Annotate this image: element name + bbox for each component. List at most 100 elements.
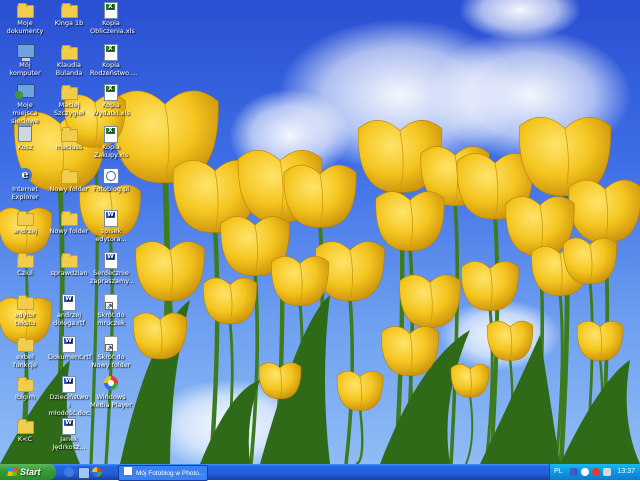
fotoblog-icon [103,168,119,184]
desktop-icon[interactable]: Mój komputer [4,44,46,77]
desktop-icon[interactable]: Windows Media Player [90,376,132,409]
word-file-icon: W [61,418,77,435]
desktop-icon[interactable]: W Serdecznie zapraszamy... [90,252,134,285]
word-file-icon: W [103,210,119,227]
start-label: Start [20,467,41,477]
network-places-icon [15,84,35,99]
desktop-icon[interactable]: andrzej [4,210,46,235]
desktop-icon-label: Windows Media Player [90,393,132,409]
folder-icon [17,252,34,268]
folder-icon [17,2,34,18]
folder-icon [61,252,78,268]
desktop-icon[interactable]: Moje dokumenty [4,2,46,35]
desktop-icon[interactable]: K<C [4,418,46,443]
desktop-icon[interactable]: W Dokument.rtf [48,336,92,361]
desktop-icon[interactable]: Maciej Szczygieł [48,84,90,117]
desktop-icon-label: andrzej dołęga.rtf [53,311,85,327]
desktop-icon[interactable]: exbel funkcje [4,336,46,369]
desktop-icon-label: edytor tekstu [14,311,36,327]
tray-volume-icon[interactable] [603,468,611,476]
desktop-icon[interactable]: Moje miejsca sieciowe [4,84,46,125]
tray-arrow-icon[interactable] [570,468,578,476]
photo-app-icon [123,466,133,476]
desktop-icon[interactable]: Wandrzej dołęga.rtf [48,294,90,327]
system-tray: PL 13:37 [549,464,640,480]
desktop-icon-label: spisek edytora... [95,227,127,243]
desktop-icon-label: Kopia Zakupy.xls [93,143,129,159]
folder-icon [61,84,78,100]
desktop-icon-label: Mój komputer [9,61,41,77]
desktop-icon[interactable]: Ibigim [4,376,46,401]
desktop-icon[interactable]: Nowy folder [48,210,90,235]
language-indicator[interactable]: PL [554,464,563,480]
folder-icon [61,126,78,142]
desktop-icon[interactable]: X Kopia Wydatki.xls [90,84,132,117]
word-file-icon: W [61,376,77,393]
excel-file-icon: X [103,126,119,143]
desktop-icon-label: sprawdzian [50,269,88,277]
quicklaunch-media-player-icon[interactable] [92,467,102,477]
desktop-icon[interactable]: Klaudia Bulanda [48,44,90,77]
quicklaunch-ie-icon[interactable] [64,467,74,477]
desktop-icon-label: Nowy folder [49,185,89,193]
folder-icon [17,210,34,226]
desktop-icon[interactable]: maciuss [48,126,90,151]
excel-file-icon: X [103,44,119,61]
desktop[interactable]: Moje dokumenty Kinga 1b X Kopia Obliczenia.… [0,0,640,464]
desktop-icon[interactable]: Wspisek edytora... [90,210,132,243]
desktop-icon-label: Moje dokumenty [6,19,44,35]
desktop-icon-label: Skrót do Nowy folder [91,353,131,369]
desktop-icon-label: Kosz [17,143,33,151]
desktop-icon-label: Dokument.rtf [48,353,92,361]
excel-file-icon: X [103,2,119,19]
desktop-icon[interactable]: Nowy folder [48,168,90,193]
desktop-icon-label: Kinga 1b [54,19,84,27]
desktop-icon[interactable]: Kinga 1b [48,2,90,27]
desktop-icon-label: Kopia Obliczenia.xls [90,19,135,35]
desktop-icon-label: Cziul [17,269,33,277]
desktop-icon[interactable]: Kosz [4,124,46,151]
desktop-icon[interactable]: Skrót do mruczek [90,294,132,327]
desktop-icon[interactable]: X Kopia Obliczenia.xls [90,2,135,35]
desktop-icon[interactable]: Fotoblog.pl [90,168,132,193]
folder-icon [61,44,78,60]
folder-icon [17,294,34,310]
internet-explorer-icon: e [17,168,33,183]
taskbar-window-button[interactable]: Mój Fotoblog w Photo... [118,465,208,481]
excel-file-icon: X [103,84,119,101]
desktop-icon-label: Kopia Wydatki.xls [92,101,130,117]
desktop-icon-label: Janek Jędrkosz... [52,435,86,451]
desktop-icon-label: Fotoblog.pl [92,185,130,193]
desktop-icon[interactable]: sprawdzian [48,252,90,277]
desktop-icon[interactable]: W Dzieciństwo i młodość.doc [48,376,90,417]
quicklaunch-desktop-icon[interactable] [78,467,90,479]
desktop-icon-label: maciuss [55,143,83,151]
desktop-icon-label: andrzej [12,227,38,235]
desktop-icon[interactable]: Skrót do Nowy folder [90,336,132,369]
folder-icon [17,336,34,352]
word-file-icon: W [61,336,77,353]
shortcut-icon [103,294,119,310]
desktop-icon-label: Skrót do mruczek [97,311,125,327]
start-button[interactable]: Start [0,464,56,480]
taskbar: Start Mój Fotoblog w Photo... PL 13:37 [0,464,640,481]
clock[interactable]: 13:37 [617,464,635,480]
desktop-icon[interactable]: e Internet Explorer [4,168,46,201]
desktop-icon-label: Ibigim [14,393,36,401]
recycle-bin-icon [17,124,33,142]
tray-network-icon[interactable] [581,468,589,476]
desktop-icon[interactable]: Cziul [4,252,46,277]
desktop-icon[interactable]: W Janek Jędrkosz... [48,418,90,451]
desktop-icon[interactable]: edytor tekstu [4,294,46,327]
desktop-icon[interactable]: X Kopia Rodzeństwo.... [90,44,137,77]
shortcut-icon [103,336,119,352]
desktop-icon-label: Moje miejsca sieciowe [11,101,39,125]
desktop-icon-label: Kopia Rodzeństwo.... [90,61,138,77]
folder-icon [17,418,34,434]
desktop-icon-label: Internet Explorer [11,185,39,201]
word-file-icon: W [61,294,77,311]
tray-security-icon[interactable] [592,468,600,476]
desktop-icon-label: Klaudia Bulanda [55,61,83,77]
desktop-icon[interactable]: X Kopia Zakupy.xls [90,126,132,159]
windows-flag-icon [7,467,18,476]
